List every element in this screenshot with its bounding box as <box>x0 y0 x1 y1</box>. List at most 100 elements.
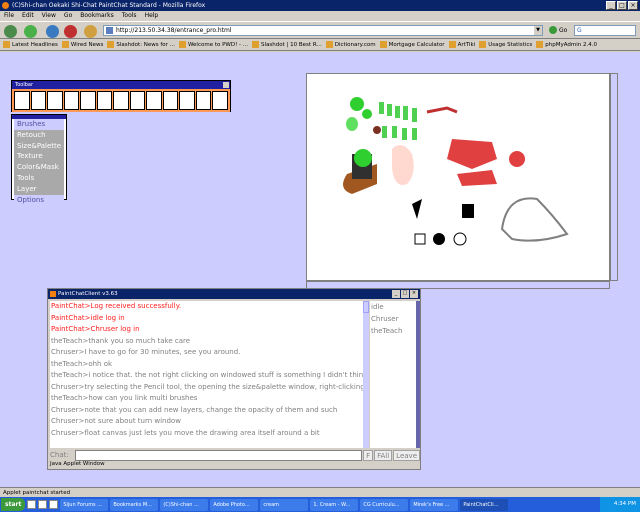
bookmark-icon <box>252 41 260 48</box>
tool-palette[interactable]: Toolbar <box>11 80 231 112</box>
menu-item-size-palette[interactable]: Size&Palette <box>14 140 64 152</box>
maximize-button[interactable]: □ <box>617 1 627 10</box>
chat-close-button[interactable]: × <box>410 290 418 298</box>
home-icon[interactable] <box>84 25 97 38</box>
taskbar-task[interactable]: CG Curriculu... <box>360 498 409 511</box>
blend-tool-icon[interactable] <box>179 91 195 110</box>
drawing-canvas[interactable] <box>306 73 610 281</box>
status-text: Applet paintchat started <box>3 490 71 496</box>
menu-tools[interactable]: Tools <box>122 11 137 21</box>
tool-palette-header[interactable]: Toolbar <box>12 81 230 89</box>
blur-tool-icon[interactable] <box>113 91 129 110</box>
bookmark-icon <box>479 41 487 48</box>
minimize-button[interactable]: _ <box>606 1 616 10</box>
bookmark-item[interactable]: Slashdot | 10 Best R... <box>252 41 322 48</box>
menu-item-brushes[interactable]: Brushes <box>14 119 64 130</box>
airbrush-tool-icon[interactable] <box>80 91 96 110</box>
leave-button[interactable]: Leave <box>393 449 420 461</box>
user-list-item[interactable]: theTeach <box>370 325 416 337</box>
taskbar-task[interactable]: Adobe Photo... <box>210 498 259 511</box>
menu-item-options[interactable]: Options <box>14 194 64 206</box>
f-button[interactable]: F <box>363 449 374 461</box>
menu-view[interactable]: View <box>42 11 56 21</box>
quicklaunch-icon[interactable] <box>49 500 59 509</box>
start-button[interactable]: start <box>1 498 26 511</box>
canvas-vertical-scrollbar[interactable] <box>610 73 618 281</box>
taskbar-task[interactable]: cream <box>260 498 309 511</box>
menu-bookmarks[interactable]: Bookmarks <box>80 11 114 21</box>
applet-window-label: Java Applet Window <box>50 461 105 467</box>
firefox-icon <box>2 2 9 9</box>
close-button[interactable]: × <box>628 1 638 10</box>
eraser-tool-icon[interactable] <box>96 91 113 110</box>
menu-file[interactable]: File <box>4 11 14 21</box>
fall-button[interactable]: FAll <box>374 449 393 461</box>
chat-maximize-button[interactable]: □ <box>401 290 409 298</box>
chat-window-title-bar[interactable]: PaintChatClient v3.63 _ □ × <box>48 289 420 299</box>
menu-item-texture[interactable]: Texture <box>14 151 64 163</box>
user-list-item[interactable]: Chruser <box>370 313 416 325</box>
bookmark-item[interactable]: phpMyAdmin 2.4.0 <box>536 41 597 48</box>
stamp-tool-icon[interactable] <box>212 91 228 110</box>
fill-tool-icon[interactable] <box>146 91 162 110</box>
stop-icon[interactable] <box>64 25 77 38</box>
page-content: Toolbar Brushes Retouch Size&Palette Tex… <box>0 52 640 487</box>
menu-help[interactable]: Help <box>145 11 159 21</box>
menu-item-tools[interactable]: Tools <box>14 172 64 184</box>
menu-go[interactable]: Go <box>64 11 72 21</box>
taskbar-task[interactable]: Mirek's Free ... <box>410 498 459 511</box>
go-button[interactable]: Go <box>549 26 567 34</box>
url-bar[interactable]: http://213.50.34.38/entrance_pro.html ▼ <box>103 25 543 36</box>
brush-tool-icon[interactable] <box>47 91 63 110</box>
user-list[interactable]: idle Chruser theTeach <box>370 301 416 448</box>
menu-edit[interactable]: Edit <box>22 11 34 21</box>
search-icon: G <box>577 27 582 34</box>
navigation-toolbar: http://213.50.34.38/entrance_pro.html ▼ … <box>0 21 640 39</box>
chat-window-controls: _ □ × <box>392 290 418 298</box>
taskbar-task[interactable]: Bookmarks M... <box>110 498 159 511</box>
url-dropdown-icon[interactable]: ▼ <box>534 26 542 35</box>
chat-minimize-button[interactable]: _ <box>392 290 400 298</box>
user-list-item[interactable]: idle <box>370 301 416 313</box>
bookmark-item[interactable]: Slashdot: News for ... <box>107 41 175 48</box>
chat-input[interactable] <box>74 449 363 461</box>
bookmark-item[interactable]: Usage Statistics <box>479 41 532 48</box>
palette-close-icon[interactable] <box>223 82 229 88</box>
chat-log-scroll-thumb[interactable] <box>363 301 369 313</box>
bookmark-item[interactable]: Mortgage Calculator <box>379 41 445 48</box>
chat-log[interactable]: PaintChat>Log received successfully. Pain… <box>50 301 363 448</box>
chat-message: Chruser>not sure about turn window <box>51 417 181 425</box>
menu-item-retouch[interactable]: Retouch <box>14 129 64 141</box>
go-icon <box>549 26 557 34</box>
quicklaunch-icon[interactable] <box>38 500 48 509</box>
pencil-tool-icon[interactable] <box>30 91 47 110</box>
user-list-scrollbar[interactable] <box>416 301 420 448</box>
bookmark-item[interactable]: ArtTiki <box>448 41 476 48</box>
marker-tool-icon[interactable] <box>63 91 80 110</box>
taskbar-task[interactable]: Sijun Forums ... <box>60 498 109 511</box>
bookmark-item[interactable]: Dictionary.com <box>325 41 376 48</box>
taskbar-task-active[interactable]: PaintChatCli... <box>460 498 509 511</box>
menu-item-color-mask[interactable]: Color&Mask <box>14 162 64 173</box>
forward-button[interactable] <box>24 25 37 38</box>
dropper-tool-icon[interactable] <box>195 91 212 110</box>
bookmark-item[interactable]: Latest Headlines <box>3 41 58 48</box>
menu-item-layer[interactable]: Layer <box>14 183 64 195</box>
search-input[interactable]: G <box>574 25 636 36</box>
taskbar-task[interactable]: (C)Shi-chan ... <box>160 498 209 511</box>
quicklaunch-icon[interactable] <box>27 500 37 509</box>
chat-label: Chat: <box>50 451 69 459</box>
taskbar-task[interactable]: 1. Cream - W... <box>310 498 359 511</box>
pen-tool-icon[interactable] <box>14 91 30 110</box>
reload-icon[interactable] <box>46 25 59 38</box>
chat-log-scrollbar[interactable] <box>363 301 369 448</box>
bookmark-item[interactable]: Welcome to PWD! - ... <box>178 41 248 48</box>
bookmark-icon <box>325 41 333 48</box>
back-button[interactable] <box>4 25 17 38</box>
watercolor-tool-icon[interactable] <box>162 91 179 110</box>
page-favicon <box>106 27 113 34</box>
chat-message: PaintChat>Log received successfully. <box>51 302 182 310</box>
bookmark-item[interactable]: Wired News <box>61 41 103 48</box>
smudge-tool-icon[interactable] <box>129 91 146 110</box>
bookmark-label: ArtTiki <box>457 41 476 48</box>
